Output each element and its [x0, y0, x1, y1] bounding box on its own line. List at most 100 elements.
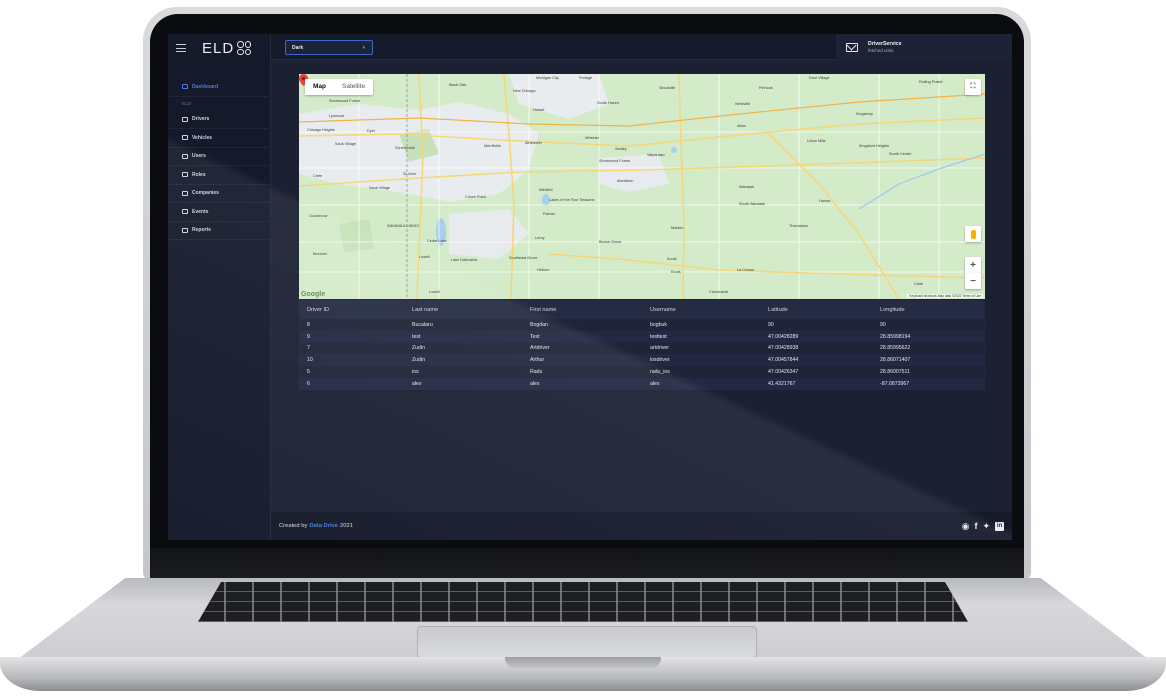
calendar-icon: [182, 209, 188, 215]
zoom-out-button[interactable]: −: [965, 273, 981, 289]
map-label: Winfield: [539, 188, 553, 192]
map-label: New Chicago: [513, 89, 536, 93]
menu-icon[interactable]: [176, 44, 186, 52]
map-label: INDIANA ILLINOIS: [387, 224, 419, 228]
map-label: Southeast Grove: [509, 256, 538, 260]
map-type-tabs: Map Satellite: [305, 79, 374, 95]
map-label: Dyer: [367, 129, 376, 133]
table-cell: Artdriver: [530, 345, 550, 352]
street-view-pegman-icon[interactable]: [965, 226, 981, 242]
table-cell: Radu: [530, 369, 543, 376]
map-label: Clanricarde: [709, 290, 729, 294]
map-label: Lowell: [419, 255, 430, 259]
map-label: Goodenow: [309, 214, 328, 218]
laptop-trackpad: [417, 626, 757, 658]
map-label: Alida: [737, 124, 746, 128]
facebook-icon[interactable]: f: [974, 521, 977, 531]
table-cell: 90: [768, 321, 774, 328]
map-label: Shorewood Forest: [599, 159, 631, 163]
table-cell: 10: [307, 357, 313, 364]
map-label: Thomaston: [789, 224, 808, 228]
role-icon: [182, 172, 188, 178]
table-row[interactable]: 10 Zudin Arthur iosdriver 47.00457844 28…: [299, 354, 985, 367]
map-label: Cedar Lake: [427, 239, 447, 243]
laptop-notch: [505, 657, 661, 668]
laptop-keyboard: [198, 582, 968, 622]
map-label: Hebron: [537, 268, 550, 272]
sidebar-item-label: Users: [192, 153, 206, 160]
column-header[interactable]: Username: [642, 307, 760, 313]
sidebar-item-users[interactable]: Users: [168, 148, 271, 166]
map-label: Kingsford Heights: [859, 144, 889, 148]
map-tab-satellite[interactable]: Satellite: [334, 79, 373, 95]
brand-bar: ELD: [168, 34, 270, 62]
sidebar-item-companies[interactable]: Companies: [168, 185, 271, 203]
sidebar-item-label: Dashboard: [192, 83, 219, 90]
table-body: 8 Bucataru Bogdan bogbuk 90 90 9 test Te…: [299, 319, 985, 390]
sidebar-item-dashboard[interactable]: Dashboard: [168, 78, 271, 97]
map-label: Lake Dalecarlia: [451, 258, 478, 262]
table-cell: 90: [880, 321, 886, 328]
footer-company-link[interactable]: Data Drive: [309, 523, 338, 529]
sidebar-item-label: Reports: [192, 227, 211, 234]
table-row[interactable]: 5 ios Radu radu_ios 47.00426347 28.86007…: [299, 366, 985, 378]
map-label: Pinhook: [759, 86, 773, 90]
sidebar: ELD Dashboard ELD Drivers Vehicles Users: [168, 34, 271, 540]
notification-panel[interactable]: DriverService fetched units: [836, 34, 1012, 60]
github-icon[interactable]: ◉: [962, 521, 970, 531]
sidebar-item-events[interactable]: Events: [168, 203, 271, 222]
table-row[interactable]: 7 Zudin Artdriver artdriver 47.00428938 …: [299, 342, 985, 355]
map-label: Malden: [671, 226, 684, 230]
table-cell: Zudin: [412, 345, 425, 352]
map-label: South Wanatah: [739, 202, 766, 206]
notification-subtitle: fetched units: [868, 48, 894, 53]
map-label: Beecher: [313, 252, 328, 256]
map-label: Kouts: [667, 257, 677, 261]
user-icon: [182, 116, 188, 122]
footer-year: 2021: [340, 523, 353, 529]
laptop-bezel-bottom: [150, 548, 1024, 580]
table-cell: 8: [307, 321, 310, 328]
table-cell: artdriver: [650, 345, 670, 352]
map-label: La Crosse: [737, 268, 755, 272]
sidebar-nav: Dashboard ELD Drivers Vehicles Users Rol…: [168, 78, 271, 240]
table-cell: -87.0873967: [880, 380, 910, 387]
column-header[interactable]: First name: [522, 307, 642, 313]
twitter-icon[interactable]: ✦: [982, 521, 990, 531]
sidebar-item-vehicles[interactable]: Vehicles: [168, 129, 271, 148]
map-tab-map[interactable]: Map: [305, 79, 334, 95]
column-header[interactable]: Last name: [404, 307, 522, 313]
drivers-table: Driver ID Last name First name Username …: [299, 300, 985, 390]
sidebar-item-roles[interactable]: Roles: [168, 166, 271, 185]
sidebar-item-label: Roles: [192, 171, 206, 178]
table-cell: Test: [530, 333, 540, 340]
column-header[interactable]: Longitude: [872, 307, 985, 313]
map-label: Woodville: [659, 86, 676, 90]
map-label: Black Oak: [449, 83, 467, 87]
zoom-in-button[interactable]: +: [965, 257, 981, 273]
table-cell: alex: [650, 380, 660, 387]
fullscreen-icon[interactable]: ⛶: [965, 79, 981, 95]
table-header: Driver ID Last name First name Username …: [299, 300, 985, 319]
table-cell: 6: [307, 380, 310, 387]
column-header[interactable]: Driver ID: [299, 307, 404, 313]
theme-select[interactable]: Dark ▾: [285, 40, 373, 55]
chevron-down-icon: ▾: [362, 45, 365, 51]
footer-prefix: Created by: [279, 523, 308, 529]
map-label: Union Mills: [807, 139, 826, 143]
home-icon: [182, 84, 188, 90]
map-label: Sauk Village: [335, 142, 357, 146]
map-attribution[interactable]: Keyboard shortcuts Map data ©2022 Terms …: [907, 294, 983, 298]
table-row[interactable]: 8 Bucataru Bogdan bogbuk 90 90: [299, 319, 985, 331]
table-row[interactable]: 9 test Test testtest 47.00428289 28.8599…: [299, 330, 985, 343]
sidebar-item-drivers[interactable]: Drivers: [168, 111, 271, 129]
app-logo[interactable]: ELD: [202, 40, 252, 57]
map-view[interactable]: Michigan City Portage Black Oak New Chic…: [299, 74, 985, 299]
table-cell: Bucataru: [412, 321, 433, 328]
linkedin-icon[interactable]: in: [995, 521, 1004, 531]
table-cell: 28.85998194: [880, 333, 911, 340]
map-label: Palmer: [543, 212, 556, 216]
table-row[interactable]: 6 alex alex alex 41.4321767 -87.0873967: [299, 377, 985, 390]
sidebar-item-reports[interactable]: Reports: [168, 222, 271, 240]
column-header[interactable]: Latitude: [760, 307, 872, 313]
